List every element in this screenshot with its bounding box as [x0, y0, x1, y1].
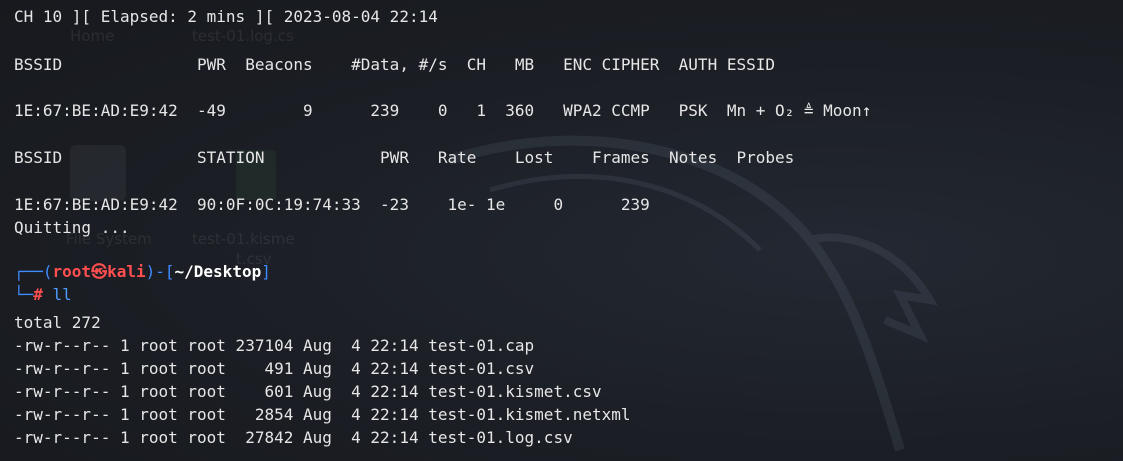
listing-row: -rw-r--r-- 1 root root 2854 Aug 4 22:14 … [14, 405, 631, 424]
entered-command: ll [52, 285, 72, 304]
listing-row: -rw-r--r-- 1 root root 491 Aug 4 22:14 t… [14, 359, 535, 378]
prompt-frame-mid: )-[ [145, 262, 175, 281]
prompt-host: kali [107, 262, 146, 281]
terminal-window[interactable]: CH 10 ][ Elapsed: 2 mins ][ 2023-08-04 2… [0, 0, 1123, 461]
prompt-user: root [52, 262, 92, 281]
airodump-status-line: CH 10 ][ Elapsed: 2 mins ][ 2023-08-04 2… [14, 7, 438, 26]
listing-row: -rw-r--r-- 1 root root 27842 Aug 4 22:14… [14, 428, 573, 447]
prompt-at-icon: ㉿ [91, 262, 108, 281]
prompt-frame-bottom: └─ [14, 285, 34, 304]
station-table-header: BSSID STATION PWR Rate Lost Frames Notes… [14, 148, 795, 167]
shell-prompt-line: ┌──(root㉿kali)-[~/Desktop] [14, 262, 271, 282]
ap-table-row: 1E:67:BE:AD:E9:42 -49 9 239 0 1 360 WPA2… [14, 101, 872, 120]
station-table-row: 1E:67:BE:AD:E9:42 90:0F:0C:19:74:33 -23 … [14, 195, 650, 214]
prompt-path: ~/Desktop [174, 262, 262, 281]
prompt-hash: # [33, 285, 43, 304]
listing-row: -rw-r--r-- 1 root root 237104 Aug 4 22:1… [14, 336, 535, 355]
quitting-message: Quitting ... [14, 218, 130, 237]
listing-row: -rw-r--r-- 1 root root 601 Aug 4 22:14 t… [14, 382, 602, 401]
listing-total: total 272 [14, 313, 101, 332]
command-line: └─# ll [14, 285, 72, 305]
ap-table-header: BSSID PWR Beacons #Data, #/s CH MB ENC C… [14, 55, 775, 74]
prompt-frame-top: ┌──( [14, 262, 53, 281]
prompt-frame-close: ] [261, 262, 271, 281]
